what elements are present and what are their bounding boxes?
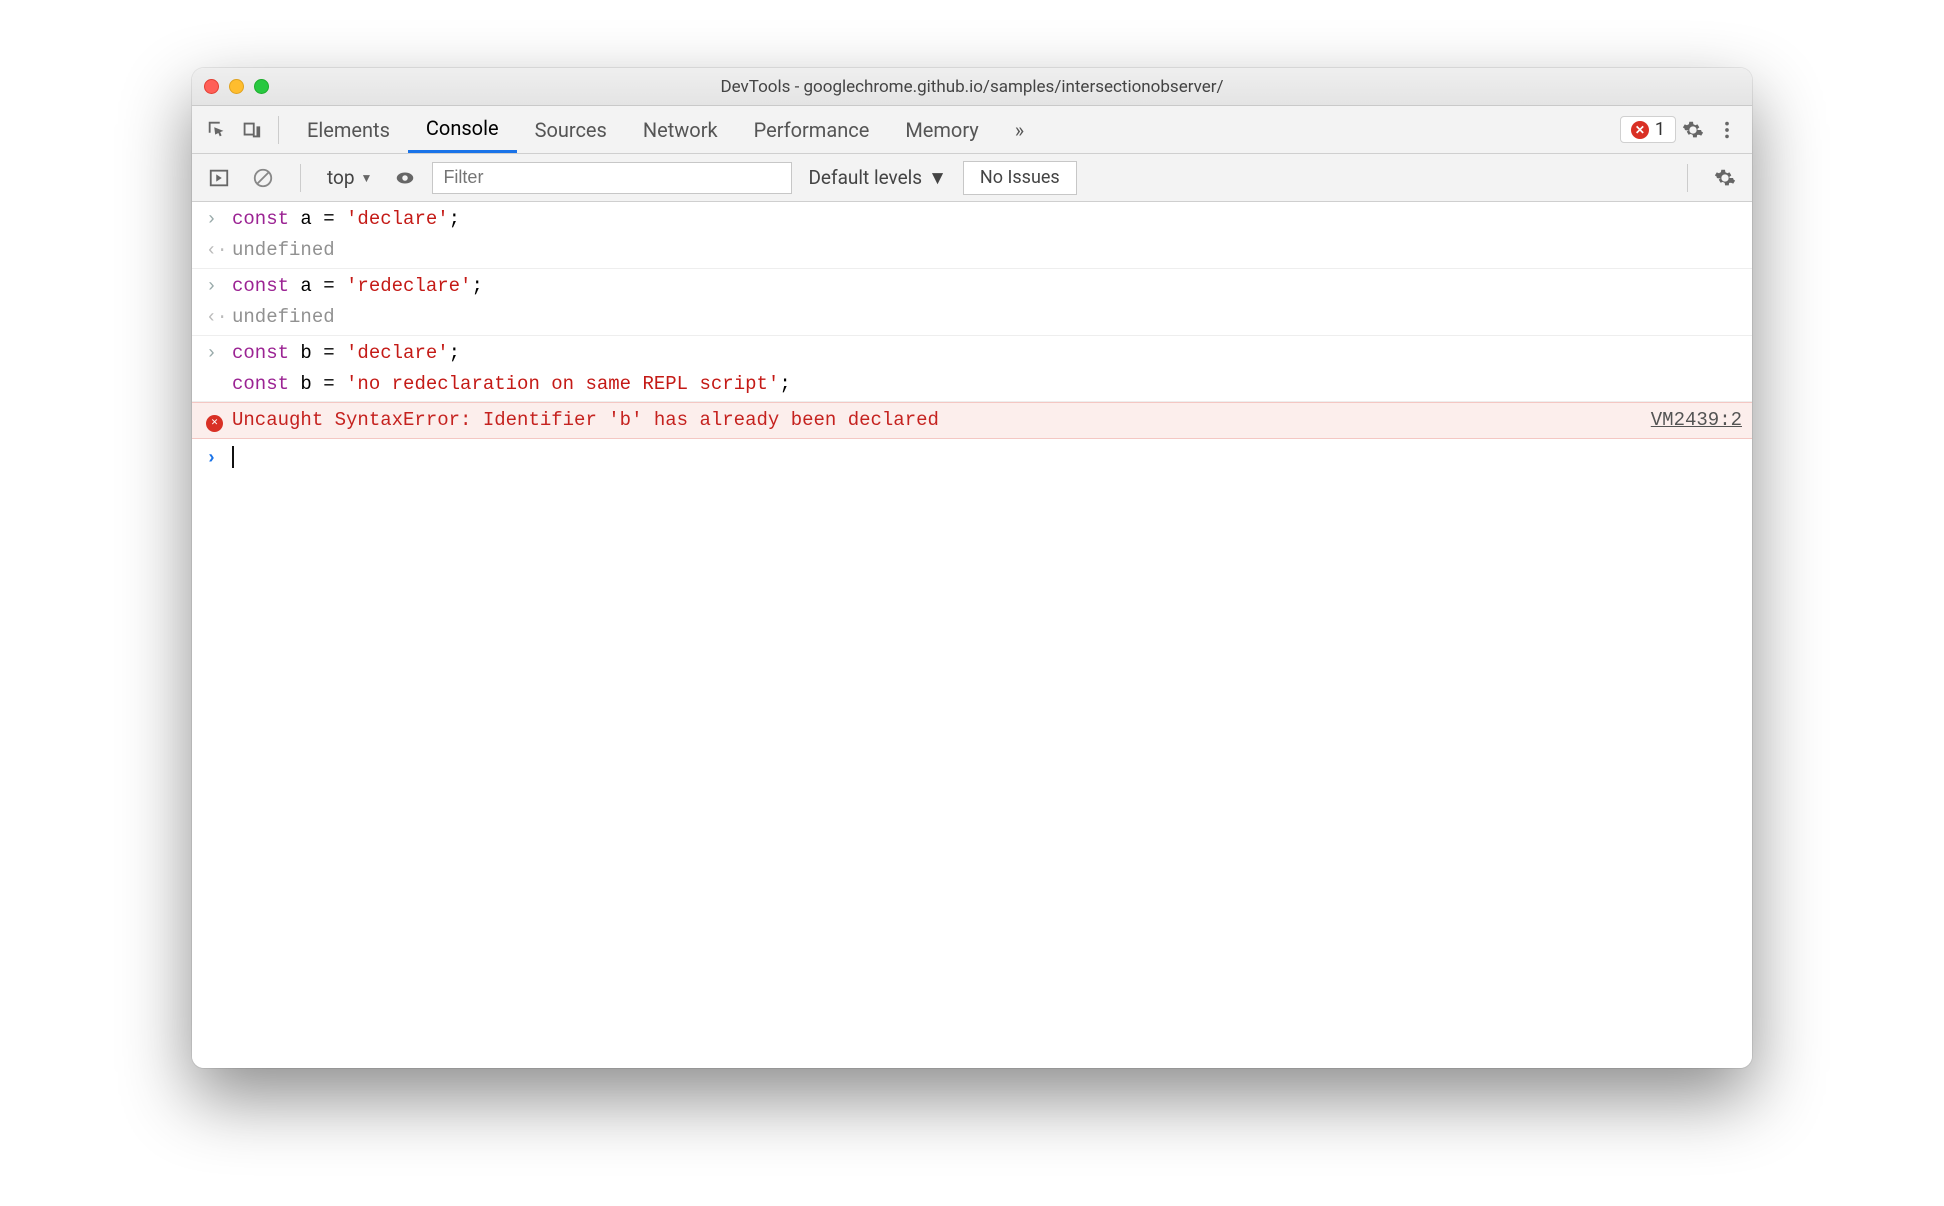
tab-performance[interactable]: Performance — [736, 106, 888, 153]
zoom-window-icon[interactable] — [254, 79, 269, 94]
traffic-lights — [204, 79, 269, 94]
chevron-double-right-icon: » — [1015, 118, 1024, 142]
more-tabs-button[interactable]: » — [997, 106, 1042, 153]
console-input-line: const b = 'declare'; — [232, 338, 460, 368]
log-levels-selector[interactable]: Default levels ▼ — [802, 166, 952, 190]
input-marker-icon: › — [206, 204, 232, 235]
tab-elements[interactable]: Elements — [289, 106, 408, 153]
context-selector[interactable]: top ▼ — [321, 166, 378, 189]
console-prompt[interactable]: › — [192, 439, 1752, 478]
input-marker-icon: › — [206, 271, 232, 302]
window-title: DevTools - googlechrome.github.io/sample… — [192, 77, 1752, 97]
error-source-link[interactable]: VM2439:2 — [1651, 405, 1742, 435]
settings-icon[interactable] — [1676, 113, 1710, 147]
titlebar: DevTools - googlechrome.github.io/sample… — [192, 68, 1752, 106]
devtools-window: DevTools - googlechrome.github.io/sample… — [192, 68, 1752, 1068]
minimize-window-icon[interactable] — [229, 79, 244, 94]
tab-console[interactable]: Console — [408, 106, 517, 153]
issues-label: No Issues — [980, 167, 1060, 188]
console-group: ›const b = 'declare';const b = 'no redec… — [192, 336, 1752, 402]
chevron-down-icon: ▼ — [928, 166, 947, 190]
tab-network[interactable]: Network — [625, 106, 736, 153]
console-input-line: const a = 'redeclare'; — [232, 271, 483, 301]
chevron-down-icon: ▼ — [361, 171, 373, 185]
panel-tabstrip: ElementsConsoleSourcesNetworkPerformance… — [192, 106, 1752, 154]
error-count-button[interactable]: ✕ 1 — [1620, 116, 1676, 143]
console-error-message: Uncaught SyntaxError: Identifier 'b' has… — [232, 405, 1651, 435]
input-marker-icon — [206, 369, 232, 370]
context-label: top — [327, 166, 355, 189]
input-marker-icon: › — [206, 338, 232, 369]
toggle-sidebar-icon[interactable] — [202, 161, 236, 195]
issues-button[interactable]: No Issues — [963, 161, 1077, 195]
separator — [300, 164, 301, 192]
console-group: ›const a = 'redeclare';‹·undefined — [192, 269, 1752, 336]
error-count: 1 — [1655, 119, 1665, 140]
console-group: ›const a = 'declare';‹·undefined — [192, 202, 1752, 269]
console-output-line: undefined — [232, 302, 335, 332]
tab-memory[interactable]: Memory — [887, 106, 996, 153]
text-caret — [232, 446, 234, 468]
console-settings-icon[interactable] — [1708, 161, 1742, 195]
console-filterbar: top ▼ Default levels ▼ No Issues — [192, 154, 1752, 202]
output-marker-icon: ‹· — [206, 302, 232, 333]
live-expression-icon[interactable] — [388, 161, 422, 195]
console-error-row: ✕ Uncaught SyntaxError: Identifier 'b' ha… — [192, 402, 1752, 439]
panel-tabs: ElementsConsoleSourcesNetworkPerformance… — [289, 106, 997, 153]
console-input-line: const b = 'no redeclaration on same REPL… — [232, 369, 791, 399]
console-output[interactable]: ›const a = 'declare';‹·undefined›const a… — [192, 202, 1752, 1068]
log-levels-label: Default levels — [808, 166, 922, 189]
separator — [1687, 164, 1688, 192]
filter-input[interactable] — [432, 162, 792, 194]
output-marker-icon: ‹· — [206, 235, 232, 266]
device-toolbar-icon[interactable] — [234, 113, 268, 147]
error-icon: ✕ — [1631, 121, 1649, 139]
tab-sources[interactable]: Sources — [517, 106, 625, 153]
console-input-line: const a = 'declare'; — [232, 204, 460, 234]
more-options-icon[interactable] — [1710, 113, 1744, 147]
clear-console-icon[interactable] — [246, 161, 280, 195]
inspect-element-icon[interactable] — [200, 113, 234, 147]
separator — [278, 116, 279, 144]
error-icon: ✕ — [206, 415, 223, 432]
close-window-icon[interactable] — [204, 79, 219, 94]
console-output-line: undefined — [232, 235, 335, 265]
prompt-marker-icon: › — [206, 443, 232, 474]
